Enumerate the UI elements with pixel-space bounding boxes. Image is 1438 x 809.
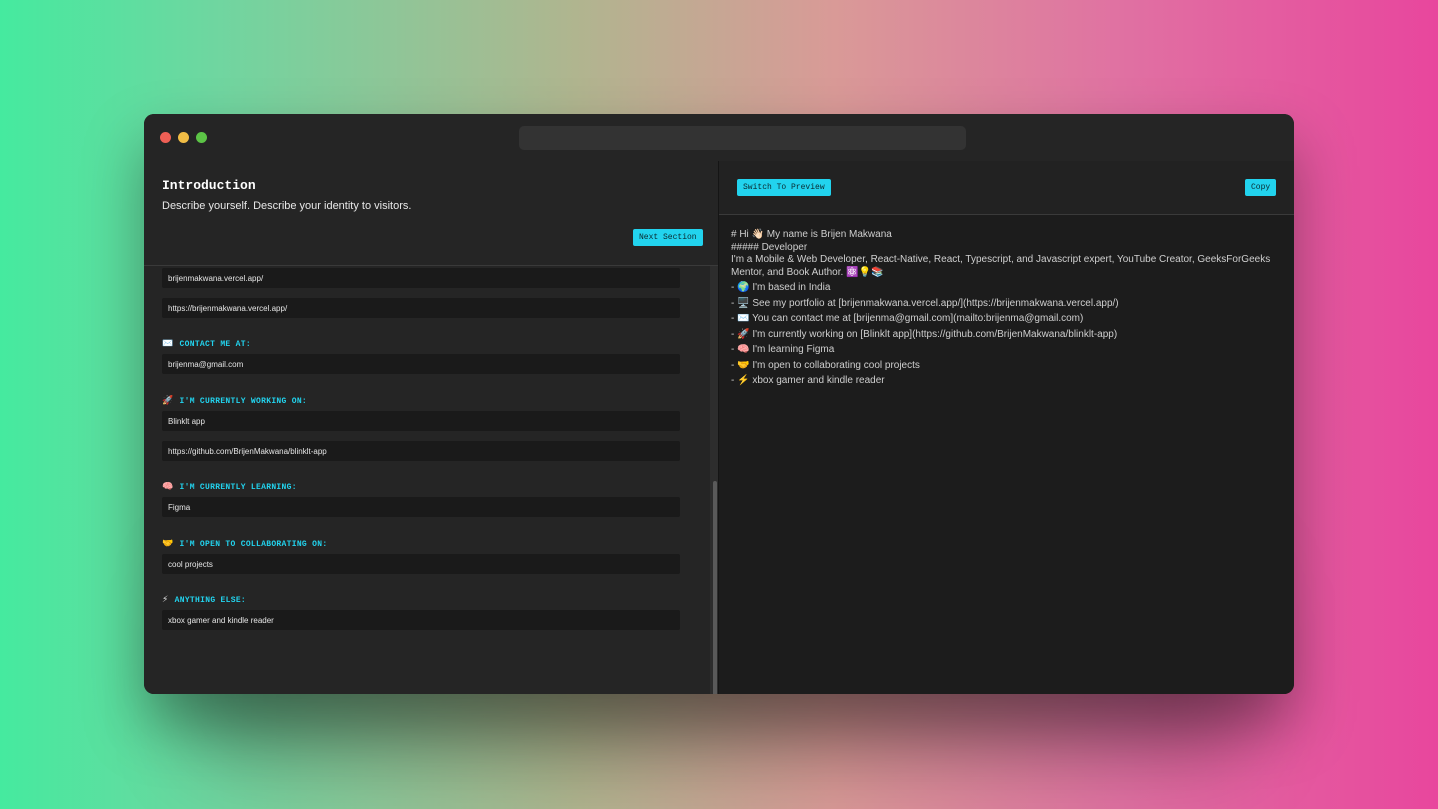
markdown-item: - 🌍 I'm based in India <box>731 282 831 293</box>
handshake-icon: 🤝 <box>162 539 174 549</box>
markdown-bio: I'm a Mobile & Web Developer, React-Nati… <box>731 254 1273 278</box>
markdown-item: - 🖥️ See my portfolio at [brijenmakwana.… <box>731 297 1119 309</box>
minimize-window-button[interactable] <box>178 132 189 143</box>
editor-panel: Introduction Describe yourself. Describe… <box>144 161 718 694</box>
anything-else-input[interactable] <box>162 610 680 630</box>
portfolio-url-input[interactable] <box>162 298 680 318</box>
markdown-output: # Hi 👋🏻 My name is Brijen Makwana ##### … <box>731 229 1271 388</box>
contact-label: ✉️ CONTACT ME AT: <box>162 339 251 349</box>
title-bar <box>144 114 1294 161</box>
switch-to-preview-button[interactable]: Switch To Preview <box>737 179 831 196</box>
markdown-item: - 🚀 I'm currently working on [Blinklt ap… <box>731 328 1118 340</box>
editor-form: ✉️ CONTACT ME AT: 🚀 I'M CURRENTLY WORKING … <box>144 266 710 694</box>
working-on-label: 🚀 I'M CURRENTLY WORKING ON: <box>162 396 307 406</box>
browser-window: Introduction Describe yourself. Describe… <box>144 114 1294 694</box>
address-bar[interactable] <box>519 126 966 150</box>
markdown-item: - ✉️ You can contact me at [brijenma@gma… <box>731 313 1084 324</box>
markdown-item: - 🤝 I'm open to collaborating cool proje… <box>731 359 920 371</box>
markdown-subheading: ##### Developer <box>731 241 808 253</box>
section-title: Introduction <box>162 178 256 193</box>
working-on-label-text: I'M CURRENTLY WORKING ON: <box>179 397 308 406</box>
rocket-icon: 🚀 <box>162 396 174 406</box>
editor-header: Introduction Describe yourself. Describe… <box>144 161 718 266</box>
markdown-heading: # Hi 👋🏻 My name is Brijen Makwana <box>731 229 892 240</box>
brain-icon: 🧠 <box>162 482 174 492</box>
envelope-icon: ✉️ <box>162 339 174 349</box>
collaborating-label: 🤝 I'M OPEN TO COLLABORATING ON: <box>162 539 327 549</box>
collaborating-label-text: I'M OPEN TO COLLABORATING ON: <box>179 540 328 549</box>
learning-label-text: I'M CURRENTLY LEARNING: <box>179 483 297 492</box>
markdown-item: - ⚡ xbox gamer and kindle reader <box>731 375 885 386</box>
project-url-input[interactable] <box>162 441 680 461</box>
anything-else-label: ⚡ ANYTHING ELSE: <box>162 595 246 605</box>
collaborating-input[interactable] <box>162 554 680 574</box>
lightning-icon: ⚡ <box>162 595 169 605</box>
project-name-input[interactable] <box>162 411 680 431</box>
learning-input[interactable] <box>162 497 680 517</box>
copy-button[interactable]: Copy <box>1245 179 1277 196</box>
markdown-item: - 🧠 I'm learning Figma <box>731 344 835 355</box>
preview-header: Switch To Preview Copy <box>719 161 1294 215</box>
next-section-button-top[interactable]: Next Section <box>633 229 703 246</box>
section-description: Describe yourself. Describe your identit… <box>162 200 412 212</box>
editor-scrollbar-thumb[interactable] <box>713 481 717 694</box>
contact-email-input[interactable] <box>162 354 680 374</box>
portfolio-text-input[interactable] <box>162 268 680 288</box>
preview-panel: Switch To Preview Copy # Hi 👋🏻 My name i… <box>719 161 1294 694</box>
maximize-window-button[interactable] <box>196 132 207 143</box>
close-window-button[interactable] <box>160 132 171 143</box>
anything-else-label-text: ANYTHING ELSE: <box>174 596 247 605</box>
contact-label-text: CONTACT ME AT: <box>179 340 251 349</box>
learning-label: 🧠 I'M CURRENTLY LEARNING: <box>162 482 297 492</box>
